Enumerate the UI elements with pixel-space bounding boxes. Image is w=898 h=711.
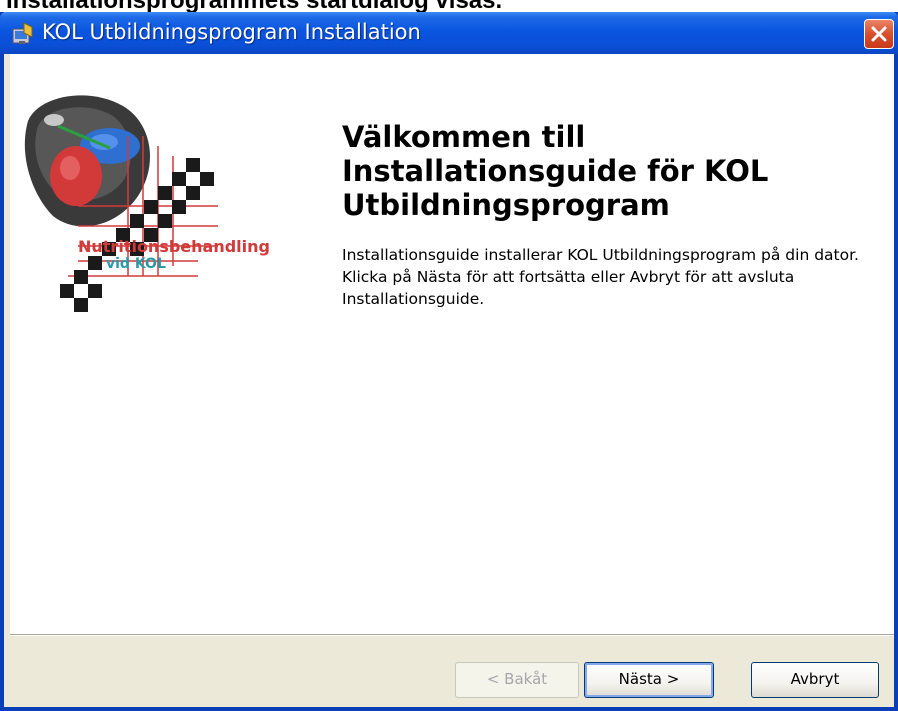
welcome-heading: Välkommen till Installationsguide för KO…	[342, 120, 769, 222]
installer-window: KOL Utbildningsprogram Installation Nutr…	[0, 12, 898, 711]
next-button[interactable]: Nästa >	[584, 662, 714, 698]
window-title: KOL Utbildningsprogram Installation	[42, 20, 421, 44]
welcome-text: Installationsguide installerar KOL Utbil…	[342, 246, 859, 308]
back-button[interactable]: < Bakåt	[455, 662, 579, 698]
nutrition-logo: Nutritionsbehandling vid KOL	[18, 76, 318, 326]
title-bar[interactable]: KOL Utbildningsprogram Installation	[0, 12, 898, 54]
installer-icon	[10, 21, 36, 47]
close-icon	[871, 26, 887, 42]
logo-line-2: vid KOL	[106, 256, 166, 272]
logo-line-1: Nutritionsbehandling	[78, 237, 270, 256]
close-button[interactable]	[864, 19, 894, 49]
button-area-divider-highlight	[10, 635, 894, 636]
welcome-panel: Nutritionsbehandling vid KOL Välkommen t…	[10, 54, 894, 634]
cancel-button[interactable]: Avbryt	[751, 662, 879, 698]
